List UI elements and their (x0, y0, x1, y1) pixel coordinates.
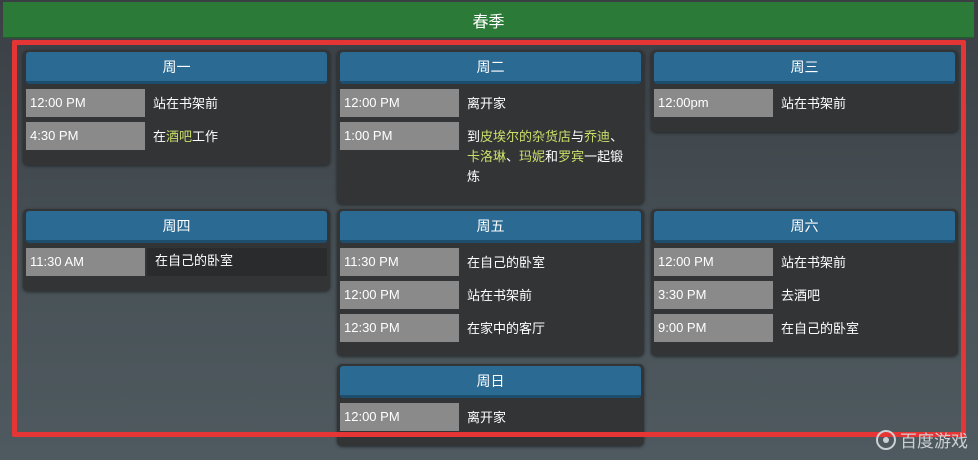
location-link[interactable]: 酒吧 (166, 130, 192, 145)
day-card-thursday: 周四 11:30 AM 在自己的卧室 (23, 209, 330, 291)
activity-cell: 去酒吧 (781, 289, 821, 304)
schedule-row: 9:00 PM 在自己的卧室 (654, 314, 955, 343)
day-card-saturday: 周六 12:00 PM 站在书架前 3:30 PM 去酒吧 9:00 PM 在自… (651, 209, 958, 356)
activity-cell: 在自己的卧室 (467, 256, 546, 271)
day-label: 周四 (162, 218, 191, 235)
day-label: 周三 (790, 59, 819, 76)
time-cell: 12:00 PM (340, 403, 459, 431)
activity-cell: 在酒吧工作 (153, 130, 219, 145)
day-card-tuesday: 周二 12:00 PM 离开家 1:00 PM 到皮埃尔的杂货店与乔迪、 卡洛琳… (337, 50, 644, 204)
time-cell: 1:00 PM (340, 122, 459, 150)
day-label: 周一 (162, 59, 191, 76)
schedule-row: 11:30 PM 在自己的卧室 (340, 248, 641, 277)
season-header: 春季 (3, 2, 974, 38)
time-cell: 12:00 PM (654, 248, 773, 276)
time-cell: 9:00 PM (654, 314, 773, 342)
watermark-text: 百度游戏 (900, 432, 968, 452)
watermark: 百度游戏 (876, 427, 968, 452)
villager-link[interactable]: 罗宾 (558, 150, 584, 165)
time-cell: 11:30 AM (26, 248, 145, 276)
baidu-game-logo-icon (876, 429, 896, 450)
schedule-row: 3:30 PM 去酒吧 (654, 281, 955, 310)
day-header-monday[interactable]: 周一 (26, 52, 327, 84)
day-card-wednesday: 周三 12:00pm 站在书架前 (651, 50, 958, 132)
schedule-row: 12:00 PM 站在书架前 (654, 248, 955, 277)
time-cell: 11:30 PM (340, 248, 459, 276)
time-cell: 12:00 PM (340, 89, 459, 117)
day-card-sunday: 周日 12:00 PM 离开家 (337, 364, 644, 446)
day-header-thursday[interactable]: 周四 (26, 211, 327, 243)
villager-link[interactable]: 玛妮 (519, 150, 545, 165)
day-label: 周六 (790, 218, 819, 235)
schedule-row: 12:00pm 站在书架前 (654, 89, 955, 118)
schedule-row: 11:30 AM 在自己的卧室 (26, 248, 327, 277)
activity-cell: 站在书架前 (153, 97, 219, 112)
day-label: 周日 (476, 373, 505, 390)
schedule-row: 12:00 PM 离开家 (340, 403, 641, 432)
day-header-wednesday[interactable]: 周三 (654, 52, 955, 84)
day-header-friday[interactable]: 周五 (340, 211, 641, 243)
activity-cell: 站在书架前 (467, 289, 533, 304)
day-card-monday: 周一 12:00 PM 站在书架前 4:30 PM 在酒吧工作 (23, 50, 330, 165)
time-cell: 12:30 PM (340, 314, 459, 342)
day-label: 周二 (476, 59, 505, 76)
activity-cell: 离开家 (467, 97, 507, 112)
villager-link[interactable]: 卡洛琳 (467, 150, 506, 165)
time-cell: 12:00 PM (26, 89, 145, 117)
day-card-friday: 周五 11:30 PM 在自己的卧室 12:00 PM 站在书架前 12:30 … (337, 209, 644, 356)
schedule-row: 12:30 PM 在家中的客厅 (340, 314, 641, 343)
schedule-row: 4:30 PM 在酒吧工作 (26, 122, 327, 151)
activity-cell: 站在书架前 (781, 256, 847, 271)
activity-cell: 在自己的卧室 (147, 248, 327, 276)
day-label: 周五 (476, 218, 505, 235)
day-header-sunday[interactable]: 周日 (340, 366, 641, 398)
schedule-row: 12:00 PM 离开家 (340, 89, 641, 118)
schedule-row: 12:00 PM 站在书架前 (26, 89, 327, 118)
time-cell: 3:30 PM (654, 281, 773, 309)
time-cell: 12:00pm (654, 89, 773, 117)
time-cell: 12:00 PM (340, 281, 459, 309)
activity-cell: 离开家 (467, 411, 507, 426)
location-link[interactable]: 皮埃尔的杂货店 (480, 130, 571, 145)
schedule-panel: 春季 周一 12:00 PM 站在书架前 4:30 PM 在酒吧工作 周二 12… (0, 0, 978, 460)
villager-link[interactable]: 乔迪 (584, 130, 610, 145)
day-header-tuesday[interactable]: 周二 (340, 52, 641, 84)
schedule-row: 12:00 PM 站在书架前 (340, 281, 641, 310)
activity-cell: 站在书架前 (781, 97, 847, 112)
activity-cell: 在自己的卧室 (781, 322, 860, 337)
season-title: 春季 (472, 11, 505, 31)
time-cell: 4:30 PM (26, 122, 145, 150)
day-header-saturday[interactable]: 周六 (654, 211, 955, 243)
schedule-row: 1:00 PM 到皮埃尔的杂货店与乔迪、 卡洛琳、玛妮和罗宾一起锻 炼 (340, 122, 641, 188)
activity-cell: 到皮埃尔的杂货店与乔迪、 卡洛琳、玛妮和罗宾一起锻 炼 (467, 130, 624, 185)
activity-cell: 在家中的客厅 (467, 322, 546, 337)
